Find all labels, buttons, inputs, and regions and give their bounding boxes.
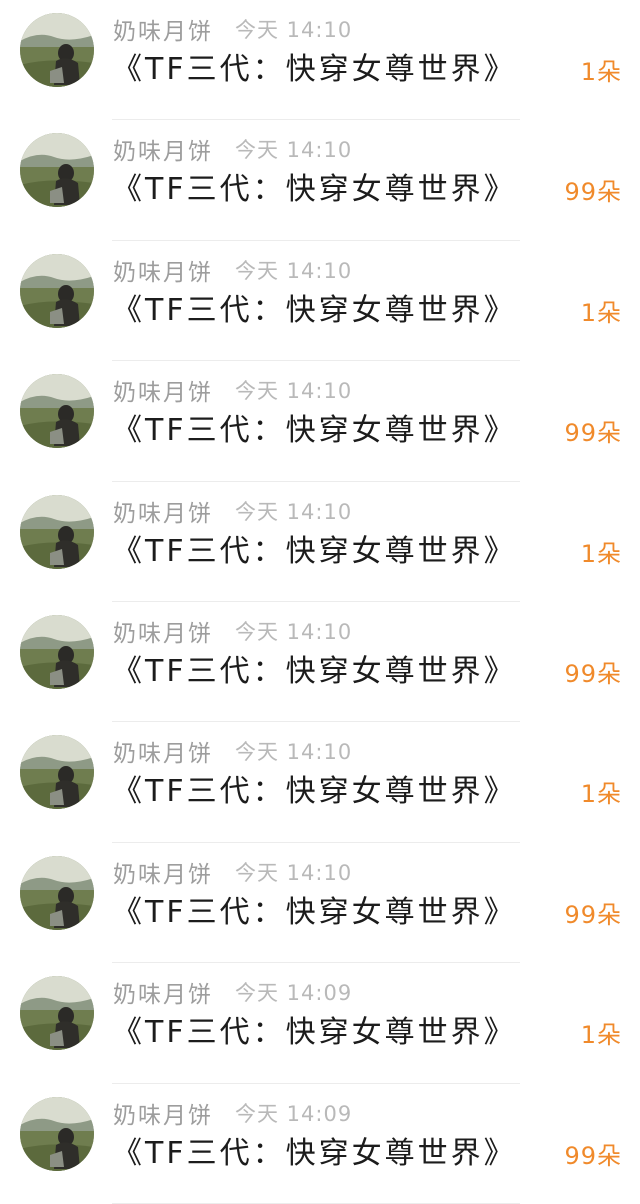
message-text: 《TF三代：快穿女尊世界》	[112, 653, 517, 689]
avatar[interactable]	[20, 855, 94, 930]
sender-name[interactable]: 奶味月饼	[113, 1096, 213, 1130]
gift-count: 1朵	[580, 1021, 622, 1050]
timestamp: 今天 14:10	[235, 499, 353, 524]
sender-name[interactable]: 奶味月饼	[113, 253, 213, 287]
message-text: 《TF三代：快穿女尊世界》	[112, 1135, 517, 1171]
message-meta: 奶味月饼 今天 14:10	[113, 12, 353, 46]
gift-count: 99朵	[564, 419, 622, 448]
message-text: 《TF三代：快穿女尊世界》	[112, 413, 517, 449]
sender-name[interactable]: 奶味月饼	[113, 734, 213, 768]
message-meta: 奶味月饼 今天 14:10	[113, 494, 353, 528]
sender-name[interactable]: 奶味月饼	[113, 975, 213, 1009]
avatar[interactable]	[20, 13, 94, 87]
avatar[interactable]	[20, 133, 94, 208]
list-item[interactable]: 奶味月饼 今天 14:09 《TF三代：快穿女尊世界》 99朵	[0, 1084, 640, 1204]
sender-name[interactable]: 奶味月饼	[113, 12, 213, 46]
gift-count: 99朵	[564, 1141, 622, 1170]
timestamp: 今天 14:10	[235, 138, 353, 163]
message-meta: 奶味月饼 今天 14:10	[113, 253, 353, 287]
list-item[interactable]: 奶味月饼 今天 14:10 《TF三代：快穿女尊世界》 99朵	[0, 843, 640, 964]
gift-count: 1朵	[580, 539, 622, 568]
list-item[interactable]: 奶味月饼 今天 14:09 《TF三代：快穿女尊世界》 1朵	[0, 963, 640, 1084]
sender-name[interactable]: 奶味月饼	[113, 614, 213, 648]
timestamp: 今天 14:09	[235, 981, 353, 1006]
list-item[interactable]: 奶味月饼 今天 14:10 《TF三代：快穿女尊世界》 1朵	[0, 0, 640, 121]
avatar[interactable]	[20, 614, 94, 689]
message-text: 《TF三代：快穿女尊世界》	[112, 894, 517, 930]
list-item[interactable]: 奶味月饼 今天 14:10 《TF三代：快穿女尊世界》 1朵	[0, 722, 640, 844]
message-meta: 奶味月饼 今天 14:10	[113, 373, 353, 407]
message-list: 奶味月饼 今天 14:10 《TF三代：快穿女尊世界》 1朵 奶味月饼 今天 1…	[0, 0, 640, 1204]
message-meta: 奶味月饼 今天 14:10	[113, 614, 353, 648]
message-meta: 奶味月饼 今天 14:10	[113, 855, 353, 889]
avatar[interactable]	[20, 976, 94, 1051]
timestamp: 今天 14:10	[235, 18, 353, 42]
avatar[interactable]	[20, 1096, 94, 1171]
message-text: 《TF三代：快穿女尊世界》	[112, 533, 517, 569]
avatar[interactable]	[20, 374, 94, 449]
gift-count: 1朵	[580, 58, 622, 86]
list-item[interactable]: 奶味月饼 今天 14:10 《TF三代：快穿女尊世界》 99朵	[0, 602, 640, 723]
message-text: 《TF三代：快穿女尊世界》	[112, 52, 517, 87]
gift-count: 1朵	[580, 780, 622, 809]
sender-name[interactable]: 奶味月饼	[113, 132, 213, 166]
sender-name[interactable]: 奶味月饼	[113, 373, 213, 407]
message-text: 《TF三代：快穿女尊世界》	[112, 1015, 517, 1051]
avatar[interactable]	[20, 735, 94, 810]
timestamp: 今天 14:10	[235, 258, 353, 283]
avatar[interactable]	[20, 494, 94, 569]
list-item[interactable]: 奶味月饼 今天 14:10 《TF三代：快穿女尊世界》 99朵	[0, 120, 640, 242]
message-meta: 奶味月饼 今天 14:10	[113, 132, 353, 166]
message-text: 《TF三代：快穿女尊世界》	[112, 172, 517, 208]
sender-name[interactable]: 奶味月饼	[113, 494, 213, 528]
timestamp: 今天 14:10	[235, 860, 353, 885]
avatar[interactable]	[20, 253, 94, 328]
gift-count: 99朵	[564, 659, 622, 688]
message-meta: 奶味月饼 今天 14:09	[113, 975, 353, 1009]
list-item[interactable]: 奶味月饼 今天 14:10 《TF三代：快穿女尊世界》 1朵	[0, 241, 640, 362]
message-meta: 奶味月饼 今天 14:10	[113, 734, 353, 768]
message-meta: 奶味月饼 今天 14:09	[113, 1096, 353, 1130]
gift-count: 99朵	[564, 178, 622, 207]
list-item[interactable]: 奶味月饼 今天 14:10 《TF三代：快穿女尊世界》 1朵	[0, 482, 640, 603]
list-item[interactable]: 奶味月饼 今天 14:10 《TF三代：快穿女尊世界》 99朵	[0, 361, 640, 482]
timestamp: 今天 14:10	[235, 619, 353, 644]
timestamp: 今天 14:10	[235, 740, 353, 765]
timestamp: 今天 14:09	[235, 1101, 353, 1126]
sender-name[interactable]: 奶味月饼	[113, 855, 213, 889]
message-text: 《TF三代：快穿女尊世界》	[112, 774, 517, 810]
message-text: 《TF三代：快穿女尊世界》	[112, 292, 517, 328]
gift-count: 99朵	[564, 900, 622, 929]
timestamp: 今天 14:10	[235, 379, 353, 404]
gift-count: 1朵	[580, 298, 622, 327]
